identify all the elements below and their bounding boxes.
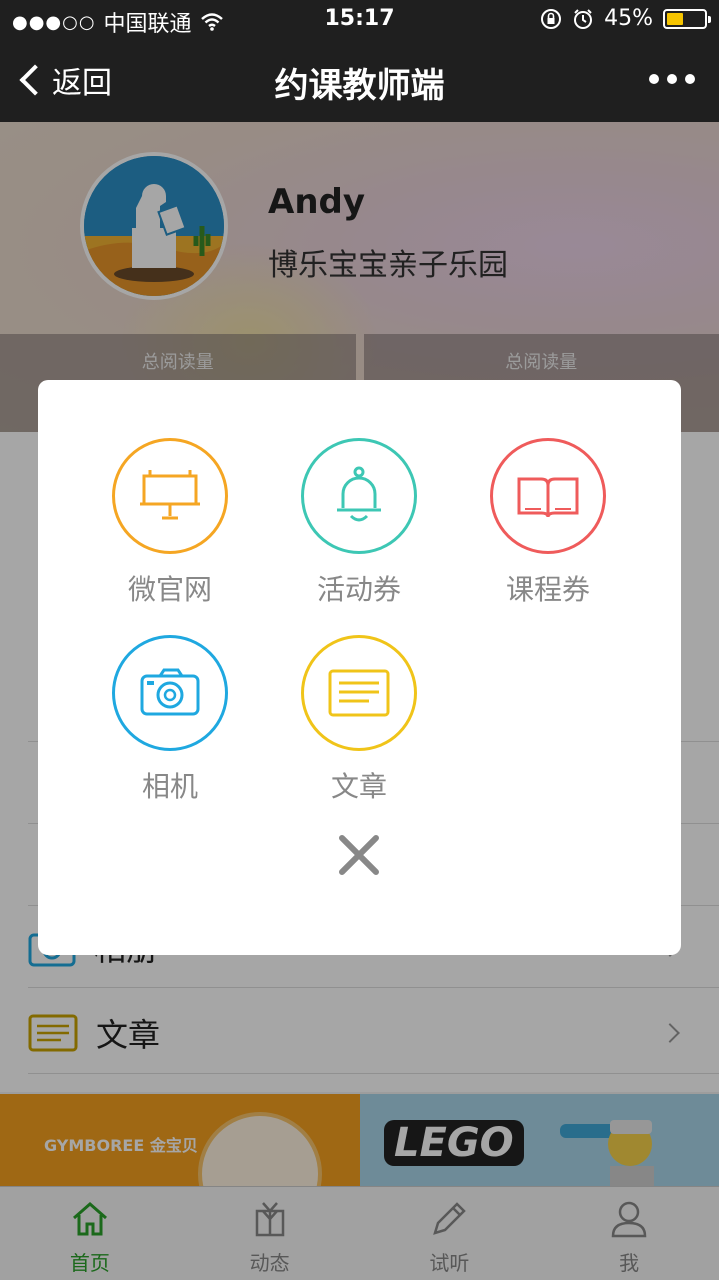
- course-coupon-button[interactable]: [490, 438, 606, 554]
- battery-icon: [663, 8, 711, 29]
- menu-item-course-coupon[interactable]: 课程券: [478, 438, 618, 608]
- share-menu-modal: 微官网 活动券 课程券 相机 文章: [38, 380, 681, 955]
- microsite-button[interactable]: [112, 438, 228, 554]
- tab-me[interactable]: 我: [539, 1187, 719, 1280]
- pencil-icon: [433, 1202, 467, 1235]
- billboard-icon: [140, 470, 200, 520]
- menu-item-camera[interactable]: 相机: [100, 635, 240, 805]
- screen: ●●●○○ 中国联通 15:17 45% 返回 约课教师端 Andy 博乐宝宝亲…: [0, 0, 719, 1280]
- menu-item-article[interactable]: 文章: [289, 635, 429, 805]
- close-icon: [339, 835, 379, 875]
- battery-percent: 45%: [604, 6, 653, 31]
- home-icon: [72, 1202, 107, 1236]
- gift-icon: [255, 1202, 284, 1237]
- rotation-lock-icon: [541, 8, 562, 29]
- tab-label: 试听: [429, 1251, 470, 1275]
- menu-item-label: 活动券: [316, 573, 401, 606]
- bell-icon: [337, 466, 381, 522]
- tab-trial[interactable]: 试听: [360, 1187, 540, 1280]
- tab-bar: 首页 动态 试听 我: [0, 1186, 719, 1280]
- close-button[interactable]: [334, 830, 384, 880]
- nav-bar: 返回 约课教师端: [0, 40, 719, 122]
- menu-item-label: 相机: [141, 770, 198, 803]
- camera-icon: [140, 668, 200, 716]
- camera-button[interactable]: [112, 635, 228, 751]
- menu-item-microsite[interactable]: 微官网: [100, 438, 240, 608]
- article-icon: [328, 669, 390, 717]
- alarm-icon: [574, 8, 593, 29]
- menu-item-label: 文章: [330, 770, 387, 803]
- tab-activity[interactable]: 动态: [180, 1187, 360, 1280]
- menu-item-label: 微官网: [127, 573, 212, 606]
- event-coupon-button[interactable]: [301, 438, 417, 554]
- menu-item-label: 课程券: [505, 573, 590, 606]
- tab-label: 我: [619, 1251, 640, 1275]
- page-title: 约课教师端: [274, 66, 445, 106]
- tab-label: 动态: [249, 1251, 290, 1275]
- tab-home[interactable]: 首页: [0, 1187, 180, 1280]
- article-button[interactable]: [301, 635, 417, 751]
- user-icon: [611, 1201, 647, 1238]
- status-bar: ●●●○○ 中国联通 15:17 45%: [0, 0, 719, 40]
- more-button[interactable]: [649, 74, 695, 84]
- tab-label: 首页: [69, 1251, 110, 1275]
- menu-item-event-coupon[interactable]: 活动券: [289, 438, 429, 608]
- more-dots-icon: [649, 74, 659, 84]
- book-icon: [517, 477, 579, 518]
